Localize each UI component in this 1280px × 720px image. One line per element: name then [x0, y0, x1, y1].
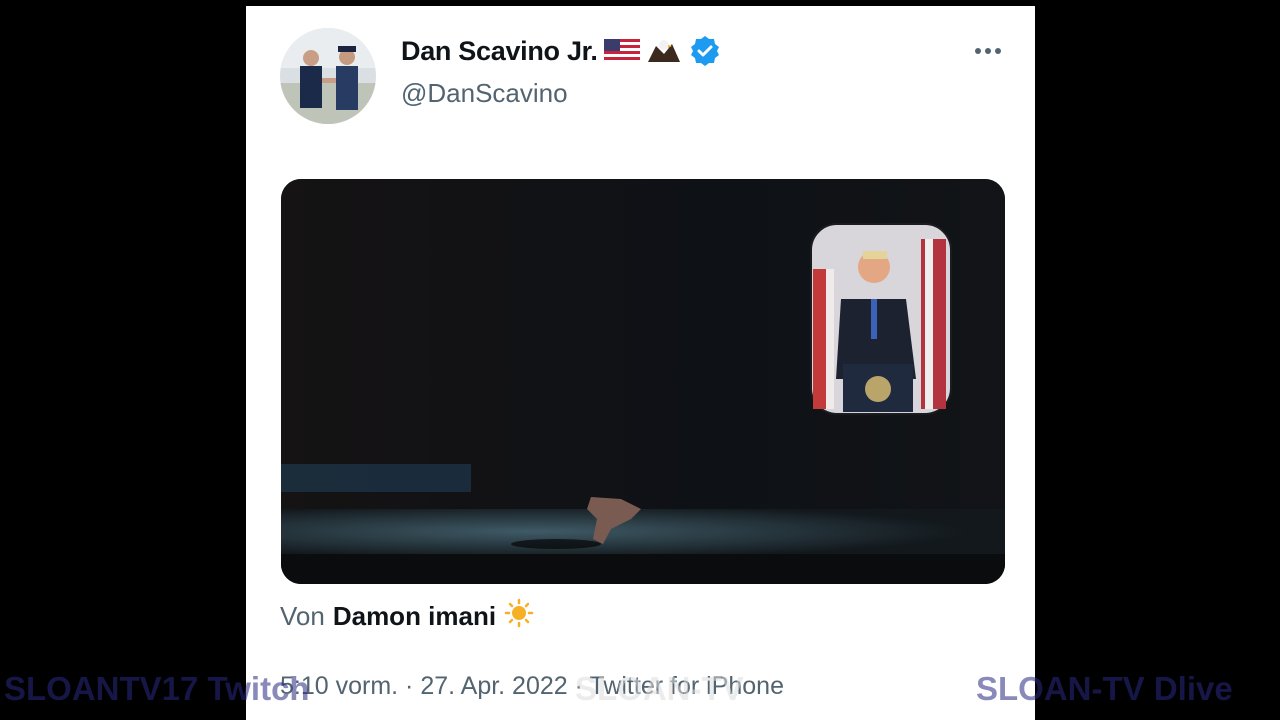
attribution-author[interactable]: Damon imani	[333, 601, 496, 632]
verified-badge-icon	[688, 34, 722, 68]
video-attribution: Von Damon imani	[280, 598, 534, 635]
watermark-right: SLOAN-TV Dlive	[976, 670, 1233, 707]
author-name-row: Dan Scavino Jr.	[401, 34, 722, 68]
avatar[interactable]	[280, 28, 376, 124]
attribution-prefix: Von	[280, 601, 325, 631]
author-handle[interactable]: @DanScavino	[401, 78, 568, 109]
tweet-card: Dan Scavino Jr. @DanScavino Von Damon im…	[246, 6, 1035, 720]
display-name[interactable]: Dan Scavino Jr.	[401, 36, 598, 67]
watermark-center: SLOAN-TV	[575, 670, 744, 707]
eagle-icon	[646, 36, 682, 66]
watermark-left: SLOANTV17 Twitch	[4, 670, 310, 707]
tweet-video[interactable]	[281, 179, 1005, 584]
flag-us-icon	[603, 36, 640, 66]
more-dots-icon[interactable]	[968, 36, 1008, 66]
sun-icon	[504, 598, 534, 635]
